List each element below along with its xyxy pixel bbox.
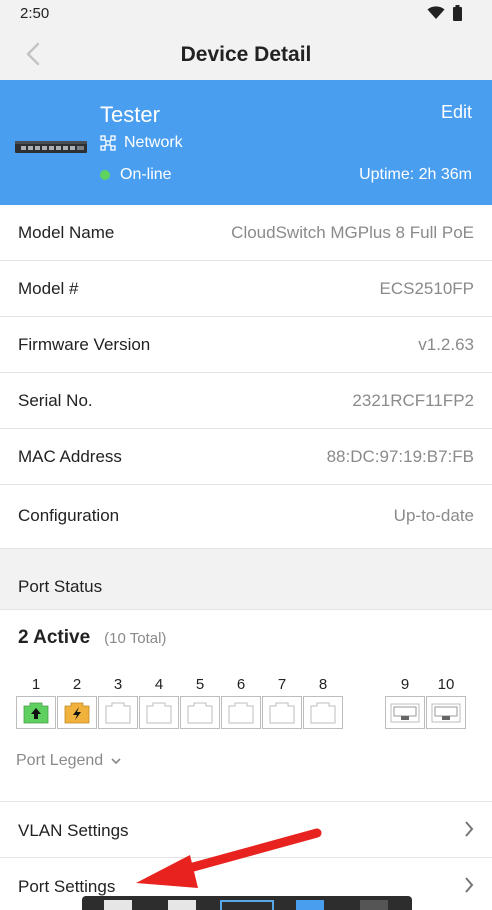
- inactive-port-icon: [146, 702, 172, 723]
- status-icons: [427, 5, 462, 21]
- info-row-mac: MAC Address 88:DC:97:19:B7:FB: [0, 429, 492, 485]
- page-title: Device Detail: [180, 43, 312, 66]
- inactive-port-icon: [228, 702, 254, 723]
- port-2[interactable]: [57, 696, 97, 729]
- taskbar-app-icon[interactable]: [220, 900, 274, 910]
- port-10[interactable]: [426, 696, 466, 729]
- switch-device-image: [15, 141, 87, 153]
- device-type-label: Network: [124, 134, 183, 151]
- poe-port-icon: [64, 702, 90, 723]
- port-1[interactable]: [16, 696, 56, 729]
- port-number: 9: [400, 676, 410, 693]
- info-label: Model Name: [18, 223, 115, 242]
- port-9[interactable]: [385, 696, 425, 729]
- status-time: 2:50: [20, 5, 50, 22]
- chevron-right-icon: [465, 821, 474, 837]
- inactive-port-icon: [269, 702, 295, 723]
- port-number: 5: [195, 676, 205, 693]
- device-type: Network: [100, 134, 183, 152]
- vlan-settings-row[interactable]: VLAN Settings: [0, 801, 492, 857]
- info-label: MAC Address: [18, 447, 122, 466]
- port-3[interactable]: [98, 696, 138, 729]
- port-number: 2: [72, 676, 82, 693]
- port-legend-label: Port Legend: [16, 752, 104, 769]
- port-status-header: Port Status: [0, 548, 492, 610]
- total-port-count: (10 Total): [104, 630, 167, 647]
- sfp-port-icon: [390, 703, 420, 722]
- section-title: Port Status: [18, 577, 103, 596]
- info-row-model-number: Model # ECS2510FP: [0, 261, 492, 317]
- device-name: Tester: [100, 102, 160, 127]
- taskbar-app-icon[interactable]: [168, 900, 196, 910]
- nav-bar: Device Detail: [0, 28, 492, 80]
- inactive-port-icon: [187, 702, 213, 723]
- uplink-port-icon: [23, 702, 49, 723]
- info-value: 88:DC:97:19:B7:FB: [326, 447, 474, 466]
- vlan-settings-label: VLAN Settings: [18, 821, 129, 840]
- port-6[interactable]: [221, 696, 261, 729]
- info-value: Up-to-date: [393, 506, 474, 525]
- chevron-down-icon: [111, 758, 121, 765]
- taskbar-app-icon[interactable]: [296, 900, 324, 910]
- wifi-icon: [427, 6, 445, 19]
- info-value: v1.2.63: [418, 335, 474, 354]
- port-number: 1: [31, 676, 41, 693]
- taskbar: [82, 896, 412, 910]
- taskbar-app-icon[interactable]: [104, 900, 132, 910]
- port-5[interactable]: [180, 696, 220, 729]
- online-dot: [100, 170, 110, 180]
- port-number: 8: [318, 676, 328, 693]
- taskbar-app-icon[interactable]: [360, 900, 388, 910]
- info-value: ECS2510FP: [379, 279, 475, 298]
- port-count: 2 Active (10 Total): [18, 627, 166, 649]
- inactive-port-icon: [310, 702, 336, 723]
- edit-button[interactable]: Edit: [441, 102, 472, 123]
- port-number: 3: [113, 676, 123, 693]
- port-number: 10: [437, 676, 455, 693]
- active-port-count: 2 Active: [18, 627, 91, 648]
- info-row-serial: Serial No. 2321RCF11FP2: [0, 373, 492, 429]
- network-icon: [100, 135, 116, 151]
- device-online-status: On-line: [100, 166, 172, 184]
- port-8[interactable]: [303, 696, 343, 729]
- chevron-right-icon: [465, 877, 474, 893]
- info-value: 2321RCF11FP2: [352, 391, 474, 410]
- port-number: 6: [236, 676, 246, 693]
- info-row-firmware: Firmware Version v1.2.63: [0, 317, 492, 373]
- info-label: Serial No.: [18, 391, 93, 410]
- status-bar: 2:50: [0, 0, 492, 28]
- port-4[interactable]: [139, 696, 179, 729]
- port-settings-label: Port Settings: [18, 877, 116, 896]
- sfp-port-icon: [431, 703, 461, 722]
- device-status-label: On-line: [120, 166, 172, 183]
- info-label: Firmware Version: [18, 335, 151, 354]
- port-number: 7: [277, 676, 287, 693]
- inactive-port-icon: [105, 702, 131, 723]
- battery-icon: [453, 5, 462, 21]
- device-uptime: Uptime: 2h 36m: [359, 166, 472, 183]
- info-value: CloudSwitch MGPlus 8 Full PoE: [231, 223, 474, 242]
- info-label: Configuration: [18, 506, 120, 525]
- port-number: 4: [154, 676, 164, 693]
- info-label: Model #: [18, 279, 79, 298]
- info-row-configuration: Configuration Up-to-date: [0, 488, 492, 548]
- info-row-model-name: Model Name CloudSwitch MGPlus 8 Full PoE: [0, 205, 492, 261]
- port-legend-toggle[interactable]: Port Legend: [16, 752, 121, 770]
- port-7[interactable]: [262, 696, 302, 729]
